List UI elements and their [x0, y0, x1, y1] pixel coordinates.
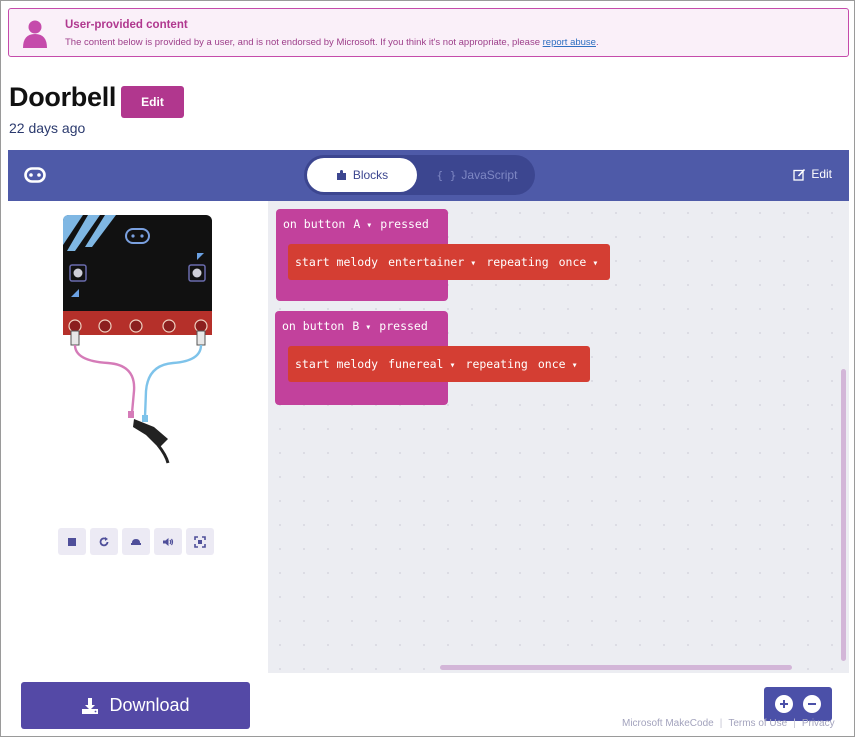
- download-button[interactable]: Download: [21, 682, 250, 729]
- stop-button[interactable]: [58, 528, 86, 555]
- notice-text: The content below is provided by a user,…: [65, 37, 543, 48]
- event-prefix: on button: [282, 319, 345, 333]
- editor-mode-toggle: Blocks { } JavaScript: [304, 155, 535, 195]
- zoom-in-button[interactable]: [775, 695, 793, 713]
- event-block-header: on button A pressed: [276, 209, 429, 239]
- horizontal-scrollbar[interactable]: [440, 665, 792, 670]
- mute-icon: [163, 537, 174, 546]
- repeating-label: repeating: [486, 255, 549, 269]
- slow-motion-icon: [131, 538, 141, 545]
- page-frame: User-provided content The content below …: [0, 0, 855, 737]
- fullscreen-button[interactable]: [186, 528, 214, 555]
- microbit-logo-icon: [24, 167, 46, 183]
- edit-icon: [793, 168, 806, 181]
- slow-motion-button[interactable]: [122, 528, 150, 555]
- notice-body: The content below is provided by a user,…: [65, 37, 599, 48]
- plus-icon: [780, 700, 788, 708]
- tab-javascript[interactable]: { } JavaScript: [422, 158, 532, 192]
- event-suffix: pressed: [379, 319, 428, 333]
- zoom-out-button[interactable]: [803, 695, 821, 713]
- event-suffix: pressed: [380, 217, 429, 231]
- event-prefix: on button: [283, 217, 346, 231]
- start-melody-label: start melody: [295, 357, 379, 371]
- user-content-notice: User-provided content The content below …: [8, 8, 849, 57]
- repeat-dropdown[interactable]: once: [559, 255, 599, 269]
- mute-button[interactable]: [154, 528, 182, 555]
- toolbar-edit-label: Edit: [811, 167, 832, 181]
- editor-toolbar: Blocks { } JavaScript Edit: [8, 150, 849, 201]
- button-dropdown[interactable]: A: [353, 217, 372, 231]
- event-block-button-a[interactable]: on button A pressed start melody enterta…: [276, 209, 611, 301]
- fullscreen-icon: [194, 535, 206, 548]
- minus-icon: [808, 703, 816, 705]
- stop-icon: [68, 537, 76, 546]
- footer-links: Microsoft MakeCode | Terms of Use | Priv…: [622, 718, 835, 729]
- notice-end: .: [595, 37, 599, 48]
- notice-title: User-provided content: [65, 19, 188, 31]
- footer-separator: |: [793, 718, 796, 729]
- vertical-scrollbar[interactable]: [841, 369, 846, 661]
- restart-button[interactable]: [90, 528, 118, 555]
- tab-blocks-label: Blocks: [352, 168, 389, 182]
- event-block-button-b[interactable]: on button B pressed start melody funerea…: [275, 311, 590, 405]
- button-dropdown[interactable]: B: [352, 319, 371, 333]
- terms-of-use-link[interactable]: Terms of Use: [728, 718, 787, 729]
- blocks-workspace[interactable]: on button A pressed start melody enterta…: [268, 201, 849, 673]
- report-abuse-link[interactable]: report abuse: [543, 37, 596, 48]
- simulator-controls: [58, 528, 214, 555]
- event-block-header: on button B pressed: [275, 311, 428, 341]
- makecode-link[interactable]: Microsoft MakeCode: [622, 718, 714, 729]
- project-date: 22 days ago: [9, 120, 86, 136]
- microbit-board[interactable]: [8, 201, 268, 481]
- user-icon: [23, 20, 47, 48]
- download-icon: [82, 697, 99, 714]
- download-label: Download: [109, 695, 190, 715]
- zoom-controls: [764, 687, 832, 721]
- start-melody-block[interactable]: start melody entertainer repeating once: [288, 244, 611, 280]
- edit-project-button[interactable]: Edit: [121, 86, 184, 118]
- tab-blocks[interactable]: Blocks: [307, 158, 417, 192]
- melody-dropdown[interactable]: entertainer: [388, 255, 476, 269]
- repeating-label: repeating: [465, 357, 528, 371]
- footer-separator: |: [719, 718, 723, 729]
- tab-javascript-label: JavaScript: [461, 168, 518, 182]
- braces-icon: { }: [436, 168, 457, 182]
- project-title: Doorbell: [9, 82, 117, 112]
- repeat-dropdown[interactable]: once: [538, 357, 578, 371]
- start-melody-label: start melody: [295, 255, 379, 269]
- puzzle-icon: [336, 170, 346, 180]
- restart-icon: [99, 536, 109, 546]
- melody-dropdown[interactable]: funereal: [388, 357, 455, 371]
- toolbar-edit-button[interactable]: Edit: [793, 167, 832, 181]
- start-melody-block[interactable]: start melody funereal repeating once: [288, 346, 590, 382]
- privacy-link[interactable]: Privacy: [802, 718, 835, 729]
- simulator-panel: [8, 201, 268, 673]
